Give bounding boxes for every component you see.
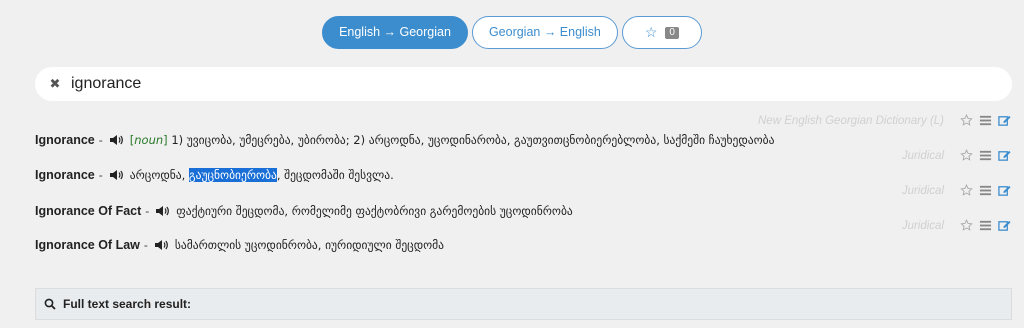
dictionary-source: Juridical (901, 219, 944, 232)
star-icon[interactable] (960, 149, 973, 162)
entry-definition: ფაქტიური შეცდომა, რომელიმე ფაქტობრივი გა… (176, 204, 573, 218)
dictionary-entry: Ignorance Of Fact - ფაქტიური შეცდომა, რო… (35, 204, 573, 218)
dictionary-entry: Ignorance Of Law - სამართლის უცოდინრობა,… (35, 238, 445, 252)
entry-headword: Ignorance (35, 133, 95, 147)
star-icon[interactable] (960, 114, 973, 127)
tab-english-georgian[interactable]: English → Georgian (322, 16, 468, 49)
list-icon[interactable] (979, 184, 992, 197)
fulltext-search-label: Full text search result: (63, 297, 192, 311)
speaker-icon[interactable] (109, 134, 123, 146)
dictionary-source: Juridical (901, 184, 944, 197)
star-icon[interactable] (960, 184, 973, 197)
list-icon[interactable] (979, 219, 992, 232)
speaker-icon[interactable] (154, 239, 168, 251)
favorites-count-badge: 0 (665, 26, 679, 39)
entry-meta: New English Georgian Dictionary (L) (758, 114, 1011, 127)
edit-icon[interactable] (998, 149, 1011, 162)
tab-georgian-english[interactable]: Georgian → English (471, 16, 618, 49)
edit-icon[interactable] (998, 219, 1011, 232)
star-icon: ☆ (644, 24, 658, 40)
entry-meta: Juridical (902, 184, 1011, 197)
dictionary-entry: Ignorance - არცოდნა, გაუცნობიერობა, შეცდ… (35, 168, 394, 182)
entry-meta: Juridical (902, 149, 1011, 162)
dictionary-source: Juridical (901, 149, 944, 162)
dictionary-entry: Ignorance - [noun] 1) უვიცობა, უმეცრება,… (35, 133, 775, 147)
speaker-icon[interactable] (109, 169, 123, 181)
entry-headword: Ignorance (35, 168, 95, 182)
tab-favorites[interactable]: ☆ 0 (621, 16, 702, 49)
entry-definition: 1) უვიცობა, უმეცრება, უბირობა; 2) არცოდნ… (171, 133, 775, 147)
list-icon[interactable] (979, 114, 992, 127)
speaker-icon[interactable] (155, 205, 170, 217)
star-icon[interactable] (960, 219, 973, 232)
part-of-speech: noun (134, 133, 164, 147)
entry-headword: Ignorance Of Fact (35, 204, 142, 218)
search-input[interactable] (69, 74, 869, 94)
entry-definition: არცოდნა, გაუცნობიერობა, შეცდომაში შესვლა… (129, 168, 394, 182)
selected-text: გაუცნობიერობა (188, 168, 277, 182)
close-icon[interactable]: ✖ (47, 77, 63, 92)
edit-icon[interactable] (998, 114, 1011, 127)
entry-headword: Ignorance Of Law (35, 238, 140, 252)
search-bar: ✖ (35, 67, 1012, 101)
entry-definition: სამართლის უცოდინრობა, იურიდიული შეცდომა (174, 238, 445, 252)
fulltext-search-header[interactable]: Full text search result: (35, 288, 1012, 320)
edit-icon[interactable] (998, 184, 1011, 197)
entry-meta: Juridical (902, 219, 1011, 232)
list-icon[interactable] (979, 149, 992, 162)
dictionary-source: New English Georgian Dictionary (L) (758, 114, 944, 127)
direction-tabs: English → Georgian Georgian → English ☆ … (0, 16, 1024, 49)
search-icon (44, 298, 56, 310)
